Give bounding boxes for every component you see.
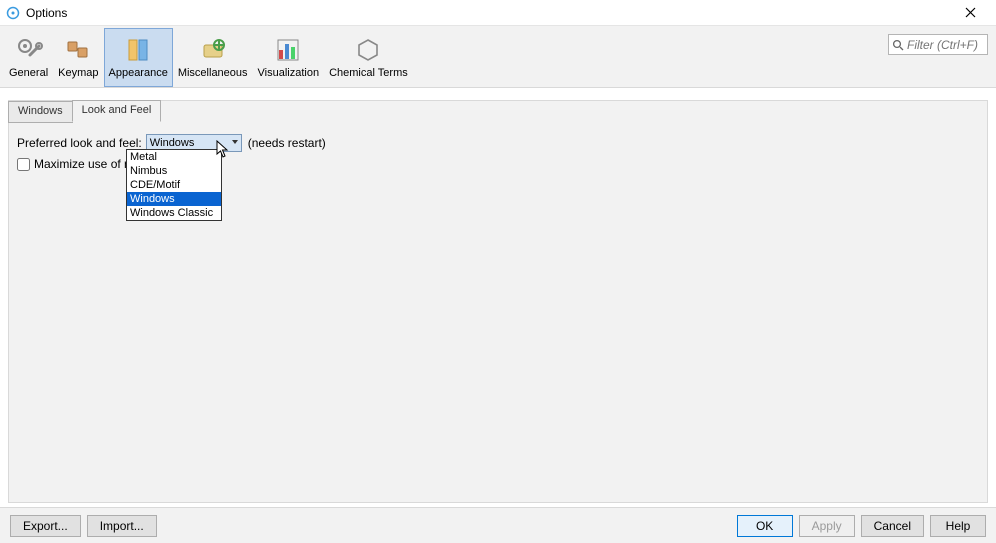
chevron-down-icon: [232, 140, 238, 144]
category-visualization[interactable]: Visualization: [253, 28, 325, 87]
category-appearance[interactable]: Appearance: [104, 28, 173, 87]
app-icon: [6, 6, 20, 20]
maximize-native-label: Maximize use of nat: [34, 157, 141, 171]
appearance-icon: [123, 35, 153, 65]
laf-option-metal[interactable]: Metal: [127, 150, 221, 164]
laf-restart-hint: (needs restart): [248, 136, 326, 150]
import-button[interactable]: Import...: [87, 515, 157, 537]
hexagon-icon: [353, 35, 383, 65]
cancel-button[interactable]: Cancel: [861, 515, 924, 537]
miscellaneous-icon: [198, 35, 228, 65]
gear-wrench-icon: [14, 35, 44, 65]
titlebar: Options: [0, 0, 996, 26]
laf-option-windows[interactable]: Windows: [127, 192, 221, 206]
filter-input[interactable]: [905, 37, 985, 53]
export-button[interactable]: Export...: [10, 515, 81, 537]
category-keymap[interactable]: Keymap: [53, 28, 103, 87]
laf-dropdown[interactable]: Metal Nimbus CDE/Motif Windows Windows C…: [126, 149, 222, 221]
search-icon: [891, 39, 905, 51]
category-chemical-terms[interactable]: Chemical Terms: [324, 28, 413, 87]
apply-button: Apply: [799, 515, 855, 537]
window-title: Options: [26, 6, 67, 20]
category-general[interactable]: General: [4, 28, 53, 87]
tab-look-and-feel[interactable]: Look and Feel: [72, 100, 162, 122]
visualization-icon: [273, 35, 303, 65]
category-toolbar: General Keymap Appearance: [0, 26, 996, 88]
laf-option-nimbus[interactable]: Nimbus: [127, 164, 221, 178]
filter-box[interactable]: [888, 34, 988, 55]
laf-option-windows-classic[interactable]: Windows Classic: [127, 206, 221, 220]
maximize-native-checkbox[interactable]: [17, 158, 30, 171]
keymap-icon: [63, 35, 93, 65]
ok-button[interactable]: OK: [737, 515, 793, 537]
laf-label: Preferred look and feel:: [17, 136, 142, 150]
window-close-button[interactable]: [950, 1, 990, 25]
tab-windows[interactable]: Windows: [8, 101, 73, 123]
laf-selected-value: Windows: [150, 137, 195, 149]
laf-option-cdemotif[interactable]: CDE/Motif: [127, 178, 221, 192]
help-button[interactable]: Help: [930, 515, 986, 537]
category-miscellaneous[interactable]: Miscellaneous: [173, 28, 253, 87]
bottom-bar: Export... Import... OK Apply Cancel Help: [0, 507, 996, 543]
